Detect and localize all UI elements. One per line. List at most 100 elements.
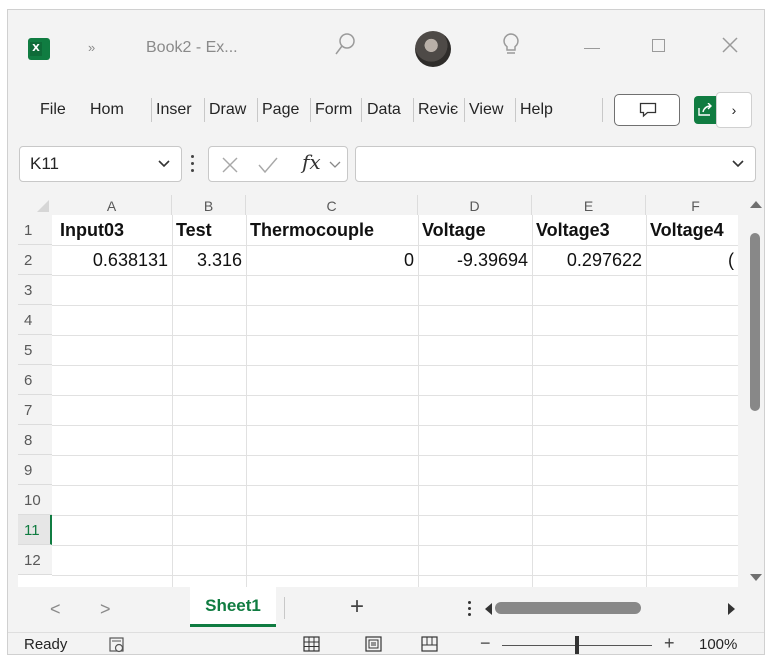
- expand-formula-bar-icon[interactable]: [731, 159, 745, 169]
- menu-separator: [257, 98, 258, 122]
- column-header-d[interactable]: D: [418, 195, 532, 215]
- vertical-scrollbar[interactable]: [746, 195, 764, 587]
- row-header[interactable]: 8: [18, 425, 52, 455]
- chevron-down-icon[interactable]: [329, 161, 341, 169]
- formula-input[interactable]: [355, 146, 756, 182]
- add-sheet-button[interactable]: +: [350, 593, 364, 621]
- menu-separator: [464, 98, 465, 122]
- close-button[interactable]: [721, 36, 739, 59]
- menu-separator: [151, 98, 152, 122]
- gridline: [52, 485, 738, 486]
- title-overflow-chevron[interactable]: »: [88, 40, 95, 55]
- tab-home[interactable]: Hom: [90, 92, 132, 128]
- row-header-active[interactable]: 11: [18, 515, 52, 545]
- cell-b1[interactable]: Test: [172, 215, 246, 245]
- tab-review[interactable]: Reviє: [418, 92, 460, 128]
- sheet-tab-sheet1[interactable]: Sheet1: [190, 587, 276, 627]
- zoom-slider-thumb[interactable]: [575, 636, 579, 654]
- row-header[interactable]: 5: [18, 335, 52, 365]
- zoom-in-button[interactable]: +: [664, 633, 675, 654]
- tab-data[interactable]: Data: [367, 92, 409, 128]
- column-header-f[interactable]: F: [646, 195, 738, 215]
- name-box-value: K11: [30, 154, 59, 173]
- cell-f1[interactable]: Voltage4: [646, 215, 738, 245]
- previous-sheet-button[interactable]: <: [50, 599, 61, 620]
- gridline: [52, 395, 738, 396]
- column-header-a[interactable]: A: [52, 195, 172, 215]
- tab-file[interactable]: File: [40, 92, 74, 128]
- cell-d1[interactable]: Voltage: [418, 215, 532, 245]
- cell-c2[interactable]: 0: [246, 245, 418, 275]
- cell-e1[interactable]: Voltage3: [532, 215, 646, 245]
- scroll-down-arrow-icon[interactable]: [750, 574, 762, 581]
- next-sheet-button[interactable]: >: [100, 599, 111, 620]
- gridline: [52, 425, 738, 426]
- scroll-left-arrow-icon[interactable]: [485, 603, 492, 615]
- minimize-button[interactable]: [584, 48, 600, 49]
- tab-draw[interactable]: Draw: [209, 92, 253, 128]
- name-box[interactable]: K11: [19, 146, 182, 182]
- status-bar: Ready − + 100%: [8, 632, 764, 654]
- row-header[interactable]: 3: [18, 275, 52, 305]
- gridline: [52, 515, 738, 516]
- tab-splitter-grip[interactable]: [468, 601, 471, 619]
- share-button[interactable]: [694, 96, 716, 124]
- cell-e2[interactable]: 0.297622: [532, 245, 646, 275]
- page-break-view-icon[interactable]: [420, 634, 440, 654]
- chevron-down-icon[interactable]: [157, 159, 171, 169]
- cancel-icon[interactable]: [221, 156, 239, 174]
- column-header-e[interactable]: E: [532, 195, 646, 215]
- cell-d2[interactable]: -9.39694: [418, 245, 532, 275]
- status-mode: Ready: [24, 636, 68, 653]
- comments-button[interactable]: [614, 94, 680, 126]
- gridline: [52, 455, 738, 456]
- scroll-right-arrow-icon[interactable]: [728, 603, 735, 615]
- menu-separator: [204, 98, 205, 122]
- row-header[interactable]: 2: [18, 245, 52, 275]
- worksheet-grid[interactable]: A B C D E F 1 2 3 4 5 6 7 8 9 10 11 12 I…: [18, 195, 738, 587]
- tab-view[interactable]: View: [469, 92, 511, 128]
- search-icon[interactable]: [334, 32, 356, 63]
- vertical-scroll-thumb[interactable]: [750, 233, 760, 411]
- row-header[interactable]: 1: [18, 215, 52, 245]
- excel-logo-icon[interactable]: X: [28, 38, 50, 60]
- gridline: [52, 575, 738, 576]
- cell-c1[interactable]: Thermocouple: [246, 215, 418, 245]
- horizontal-scroll-thumb[interactable]: [495, 602, 641, 614]
- gridline: [52, 545, 738, 546]
- row-header[interactable]: 12: [18, 545, 52, 575]
- tab-help[interactable]: Help: [520, 92, 562, 128]
- more-commands-button[interactable]: ›: [716, 92, 752, 128]
- row-header[interactable]: 10: [18, 485, 52, 515]
- zoom-level[interactable]: 100%: [699, 636, 737, 653]
- enter-check-icon[interactable]: [257, 156, 279, 174]
- comment-icon: [639, 102, 657, 118]
- formula-bar-grip[interactable]: [191, 152, 195, 174]
- column-header-c[interactable]: C: [246, 195, 418, 215]
- page-layout-view-icon[interactable]: [364, 634, 384, 654]
- insert-function-icon[interactable]: fx: [302, 150, 321, 174]
- normal-view-icon[interactable]: [302, 634, 322, 654]
- cell-b2[interactable]: 3.316: [172, 245, 246, 275]
- zoom-out-button[interactable]: −: [480, 633, 491, 654]
- row-header[interactable]: 4: [18, 305, 52, 335]
- gridline: [52, 275, 738, 276]
- select-all-corner[interactable]: [18, 195, 52, 215]
- maximize-button[interactable]: [652, 39, 665, 52]
- workbook-statistics-icon[interactable]: [108, 636, 126, 654]
- lightbulb-icon[interactable]: [501, 32, 521, 65]
- row-header[interactable]: 9: [18, 455, 52, 485]
- scroll-up-arrow-icon[interactable]: [750, 201, 762, 208]
- title-bar: X » Book2 - Ex...: [8, 10, 764, 86]
- column-header-b[interactable]: B: [172, 195, 246, 215]
- tab-page-layout[interactable]: Page: [262, 92, 306, 128]
- user-avatar[interactable]: [415, 31, 451, 67]
- cell-f2[interactable]: (: [646, 245, 738, 275]
- row-header[interactable]: 7: [18, 395, 52, 425]
- cell-a2[interactable]: 0.638131: [52, 245, 172, 275]
- tab-insert[interactable]: Inser: [156, 92, 200, 128]
- cell-a1[interactable]: Input03: [56, 215, 176, 245]
- menu-separator: [602, 98, 603, 122]
- row-header[interactable]: 6: [18, 365, 52, 395]
- tab-formulas[interactable]: Form: [315, 92, 357, 128]
